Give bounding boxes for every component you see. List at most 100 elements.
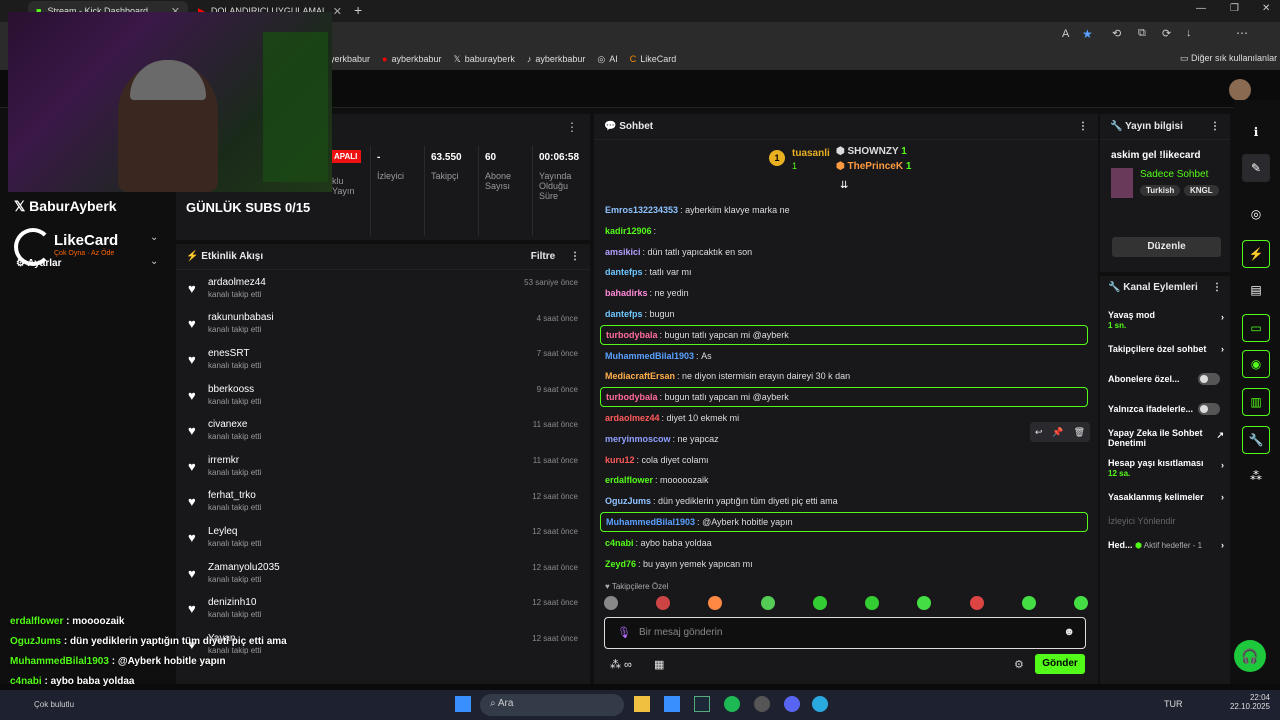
avatar[interactable] [1229, 79, 1251, 101]
info-menu-icon[interactable]: ⋮ [1210, 121, 1220, 132]
chat-username[interactable]: OguzJums [605, 496, 651, 506]
chat-message[interactable]: turbodybala: bugun tatlı yapcan mi @aybe… [600, 387, 1088, 408]
clock[interactable]: 22:04 22.10.2025 [1226, 693, 1270, 711]
chat-menu-icon[interactable]: ⋮ [1078, 121, 1088, 132]
fav-item[interactable]: C LikeCard [630, 54, 677, 64]
chat-message[interactable]: MuhammedBilal1903: @Ayberk hobitle yapın [600, 512, 1088, 532]
send-button[interactable]: Gönder [1035, 654, 1085, 674]
windows-start-icon[interactable] [455, 696, 471, 712]
chat-message[interactable]: amsikici: dün tatlı yapıcaktık en son [600, 242, 1088, 262]
emotes-only-row[interactable]: Yalnızca ifadelerle... [1108, 403, 1226, 415]
chat-username[interactable]: turbodybala [606, 392, 658, 402]
chat-icon[interactable]: ▭ [1242, 314, 1270, 342]
top-gifter-1[interactable]: tuasanli [792, 148, 830, 159]
activity-username[interactable]: denizinh10 [208, 597, 261, 608]
wrench-icon[interactable]: 🔧 [1242, 426, 1270, 454]
chat-message[interactable]: dantefps: bugun [600, 304, 1088, 324]
emote-icon[interactable] [656, 596, 671, 610]
chat-username[interactable]: MuhammedBilal1903 [606, 517, 695, 527]
minimize-button[interactable]: — [1196, 3, 1206, 14]
read-aloud-icon[interactable]: A [1062, 28, 1069, 40]
emoji-icon[interactable]: ☻ [1063, 626, 1075, 638]
activity-username[interactable]: rakununbabasi [208, 312, 274, 323]
chat-message[interactable]: ardaolmez44: diyet 10 ekmek mi [600, 408, 1088, 428]
chat-message[interactable]: Zeyd76: bu yayın yemek yapıcan mı [600, 554, 1088, 574]
document-icon[interactable]: ▤ [1242, 276, 1270, 304]
fav-item[interactable]: ◎ AI [597, 54, 617, 65]
collapse-icon[interactable]: ⇊ [840, 180, 848, 191]
chat-message[interactable]: kuru12: cola diyet colamı [600, 450, 1088, 470]
activity-username[interactable]: ferhat_trko [208, 490, 261, 501]
edit-pencil-icon[interactable]: ✎ [1242, 154, 1270, 182]
chat-message[interactable]: kadir12906: [600, 221, 1088, 241]
spotify-icon[interactable] [724, 696, 740, 712]
chat-input[interactable]: 🎙 Bir mesaj gönderin ☻ [604, 617, 1086, 649]
emote-icon[interactable] [865, 596, 880, 610]
slow-mode-row[interactable]: Yavaş mod 1 sn. › [1108, 310, 1226, 330]
steam-icon[interactable] [694, 696, 710, 712]
fav-item[interactable]: 𝕏baburayberk [454, 54, 515, 65]
actions-menu-icon[interactable]: ⋮ [1212, 282, 1222, 293]
chat-username[interactable]: erdalflower [605, 475, 653, 485]
chat-username[interactable]: Zeyd76 [605, 559, 636, 569]
split-icon[interactable]: ⧉ [1138, 27, 1146, 40]
pin-icon[interactable]: 📌 [1052, 427, 1063, 438]
layout-icon[interactable]: ▥ [1242, 388, 1270, 416]
chat-username[interactable]: dantefps [605, 267, 643, 277]
mic-icon[interactable]: 🎙 [617, 626, 631, 639]
chat-username[interactable]: bahadirks [605, 288, 648, 298]
chat-username[interactable]: MediacraftErsan [605, 371, 675, 381]
favorite-star-icon[interactable]: ★ [1082, 27, 1093, 41]
close-window-button[interactable]: ✕ [1262, 3, 1270, 14]
emote-icon[interactable] [917, 596, 932, 610]
chat-username[interactable]: dantefps [605, 309, 643, 319]
activity-username[interactable]: Zamanyolu2035 [208, 562, 280, 573]
emotes-only-toggle[interactable] [1198, 403, 1220, 415]
chat-message[interactable]: bahadirks: ne yedin [600, 283, 1088, 303]
emote-icon[interactable] [1073, 596, 1088, 610]
activity-username[interactable]: enesSRT [208, 348, 261, 359]
activity-username[interactable]: ardaolmez44 [208, 277, 266, 288]
top-gifter-3[interactable]: ⬢ ThePrinceK 1 [836, 161, 911, 172]
chat-username[interactable]: amsikici [605, 247, 641, 257]
subs-only-row[interactable]: Abonelere özel... [1108, 373, 1226, 385]
community-icon[interactable]: ⁂ [1242, 462, 1270, 490]
goals-row[interactable]: Hed... ⬢ Aktif hedefler - 1 › [1108, 540, 1226, 550]
delete-icon[interactable]: 🗑 [1074, 427, 1085, 438]
top-gifter-2[interactable]: ⬢ SHOWNZY 1 [836, 146, 907, 157]
file-explorer-icon[interactable] [634, 696, 650, 712]
activity-menu-icon[interactable]: ⋮ [570, 251, 580, 262]
chat-username[interactable]: kadir12906 [605, 226, 652, 236]
chat-settings-icon[interactable]: ⚙ [1014, 658, 1024, 671]
reply-icon[interactable]: ↩ [1035, 427, 1043, 438]
edge-icon[interactable] [812, 696, 828, 712]
chat-username[interactable]: turbodybala [606, 330, 658, 340]
chat-message[interactable]: turbodybala: bugun tatlı yapcan mi @aybe… [600, 324, 1088, 345]
emote-icon[interactable] [760, 596, 775, 610]
chat-username[interactable]: MuhammedBilal1903 [605, 351, 694, 361]
ai-moderation-row[interactable]: Yapay Zeka ile Sohbet Denetimi ↗ [1108, 428, 1224, 448]
capture-icon[interactable]: ◎ [1242, 200, 1270, 228]
broadcast-icon[interactable]: ◉ [1242, 350, 1270, 378]
chat-message[interactable]: Emros132234353: ayberkim klavye marka ne [600, 200, 1088, 220]
info-icon[interactable]: ℹ [1242, 118, 1270, 146]
chat-message[interactable]: MediacraftErsan: ne diyon istermisin era… [600, 366, 1088, 386]
banned-words-row[interactable]: Yasaklanmış kelimeler › [1108, 492, 1226, 502]
new-tab-button[interactable]: + [354, 2, 362, 18]
chat-message[interactable]: dantefps: tatlı var mı [600, 262, 1088, 282]
edit-button[interactable]: Düzenle [1112, 237, 1221, 257]
activity-username[interactable]: civanexe [208, 419, 261, 430]
history-icon[interactable]: ⟳ [1162, 27, 1171, 40]
taskbar-search[interactable]: ⌕ Ara [480, 694, 624, 716]
followers-only-row[interactable]: Takipçilere özel sohbet › [1108, 344, 1226, 354]
stream-category[interactable]: Sadece Sohbet [1140, 169, 1208, 180]
store-icon[interactable]: ▦ [654, 658, 664, 671]
fav-item[interactable]: ♪ ayberkbabur [527, 54, 586, 64]
chat-message[interactable]: meryinmoscow: ne yapcaz [600, 429, 1088, 449]
emote-icon[interactable] [969, 596, 984, 610]
more-icon[interactable]: ⋯ [1236, 26, 1248, 40]
lightning-icon[interactable]: ⚡ [1242, 240, 1270, 268]
community-icon[interactable]: ⁂ ∞ [610, 658, 632, 671]
chat-username[interactable]: Emros132234353 [605, 205, 678, 215]
emote-icon[interactable] [1021, 596, 1036, 610]
